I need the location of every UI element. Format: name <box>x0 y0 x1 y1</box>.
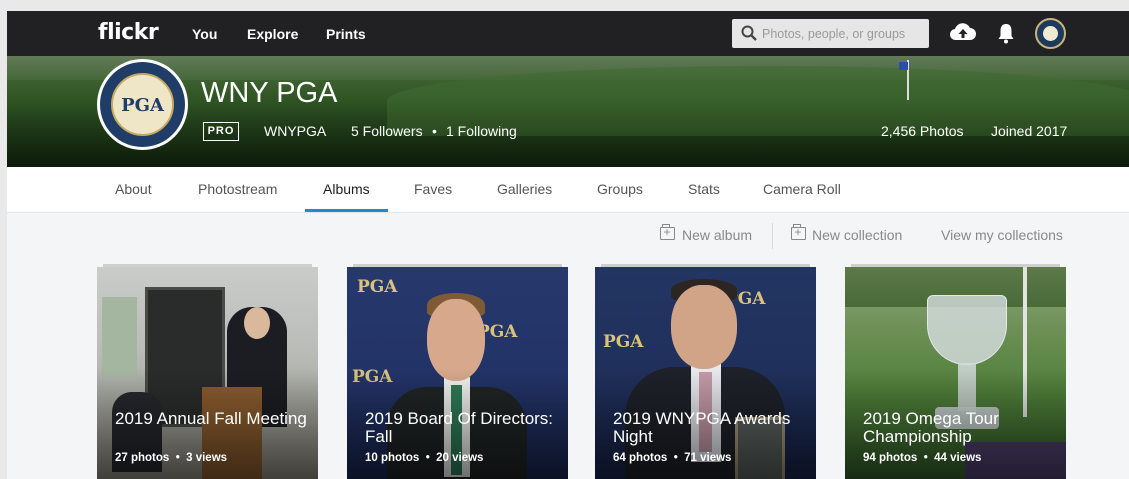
album-stats: 10 photos • 20 views <box>365 452 484 464</box>
user-avatar[interactable] <box>1035 18 1066 49</box>
album-cover <box>845 267 1066 479</box>
profile-username: WNYPGA <box>264 123 327 139</box>
album-stats: 27 photos • 3 views <box>115 452 228 464</box>
upload-cloud-icon[interactable] <box>949 21 977 48</box>
tab-photostream[interactable]: Photostream <box>198 181 277 197</box>
album-card[interactable]: PGA PGA 2019 WNYPGA Awards Night 64 phot… <box>595 264 816 479</box>
view-collections-link[interactable]: View my collections <box>941 227 1063 243</box>
pga-logo-icon: PGA <box>477 322 518 342</box>
avatar-logo-text: PGA <box>121 95 164 116</box>
album-stats: 64 photos • 71 views <box>613 452 732 464</box>
search-box[interactable] <box>732 19 929 48</box>
pga-logo-icon: PGA <box>603 332 644 352</box>
tab-about[interactable]: About <box>115 181 152 197</box>
album-cover: PGA PGA PGA <box>347 267 568 479</box>
new-collection-icon: + <box>791 224 806 240</box>
album-title: 2019 WNYPGA Awards Night <box>613 409 791 446</box>
action-divider <box>772 223 773 249</box>
album-card[interactable]: 2019 Annual Fall Meeting 27 photos • 3 v… <box>97 264 318 479</box>
new-album-icon: + <box>660 224 675 240</box>
flickr-page: flickr You Explore Prints PGA WNY PGA PR… <box>7 11 1129 479</box>
new-album-button[interactable]: New album <box>682 227 752 243</box>
album-card[interactable]: PGA PGA PGA 2019 Board Of Directors: Fal… <box>347 264 568 479</box>
new-collection-button[interactable]: New collection <box>812 227 902 243</box>
album-card[interactable]: 2019 Omega Tour Championship 94 photos •… <box>845 264 1066 479</box>
bell-icon[interactable] <box>997 22 1015 49</box>
album-title: 2019 Annual Fall Meeting <box>115 409 307 428</box>
album-title: 2019 Omega Tour Championship <box>863 409 999 446</box>
joined-date: Joined 2017 <box>991 123 1068 139</box>
top-nav: flickr You Explore Prints <box>7 11 1129 56</box>
search-input[interactable] <box>762 19 922 48</box>
album-stats: 94 photos • 44 views <box>863 452 982 464</box>
tab-stats[interactable]: Stats <box>688 181 720 197</box>
tab-albums[interactable]: Albums <box>323 181 370 197</box>
pro-badge[interactable]: PRO <box>203 122 239 141</box>
photo-count: 2,456 Photos <box>881 123 964 139</box>
search-icon <box>741 25 757 46</box>
nav-explore[interactable]: Explore <box>247 26 298 42</box>
profile-subnav: About Photostream Albums Faves Galleries… <box>7 167 1129 213</box>
album-cover <box>97 267 318 479</box>
tab-groups[interactable]: Groups <box>597 181 643 197</box>
tab-camera-roll[interactable]: Camera Roll <box>763 181 841 197</box>
flickr-logo[interactable]: flickr <box>98 20 159 45</box>
tab-faves[interactable]: Faves <box>414 181 452 197</box>
album-title: 2019 Board Of Directors: Fall <box>365 409 554 446</box>
profile-name: WNY PGA <box>201 77 338 109</box>
album-cover: PGA PGA <box>595 267 816 479</box>
followers-link[interactable]: 5 Followers <box>351 123 423 139</box>
following-link[interactable]: 1 Following <box>446 123 517 139</box>
meta-separator: • <box>432 123 437 139</box>
active-tab-indicator <box>305 209 388 212</box>
nav-prints[interactable]: Prints <box>326 26 366 42</box>
profile-avatar[interactable]: PGA <box>97 59 188 150</box>
tab-galleries[interactable]: Galleries <box>497 181 552 197</box>
nav-you[interactable]: You <box>192 26 217 42</box>
